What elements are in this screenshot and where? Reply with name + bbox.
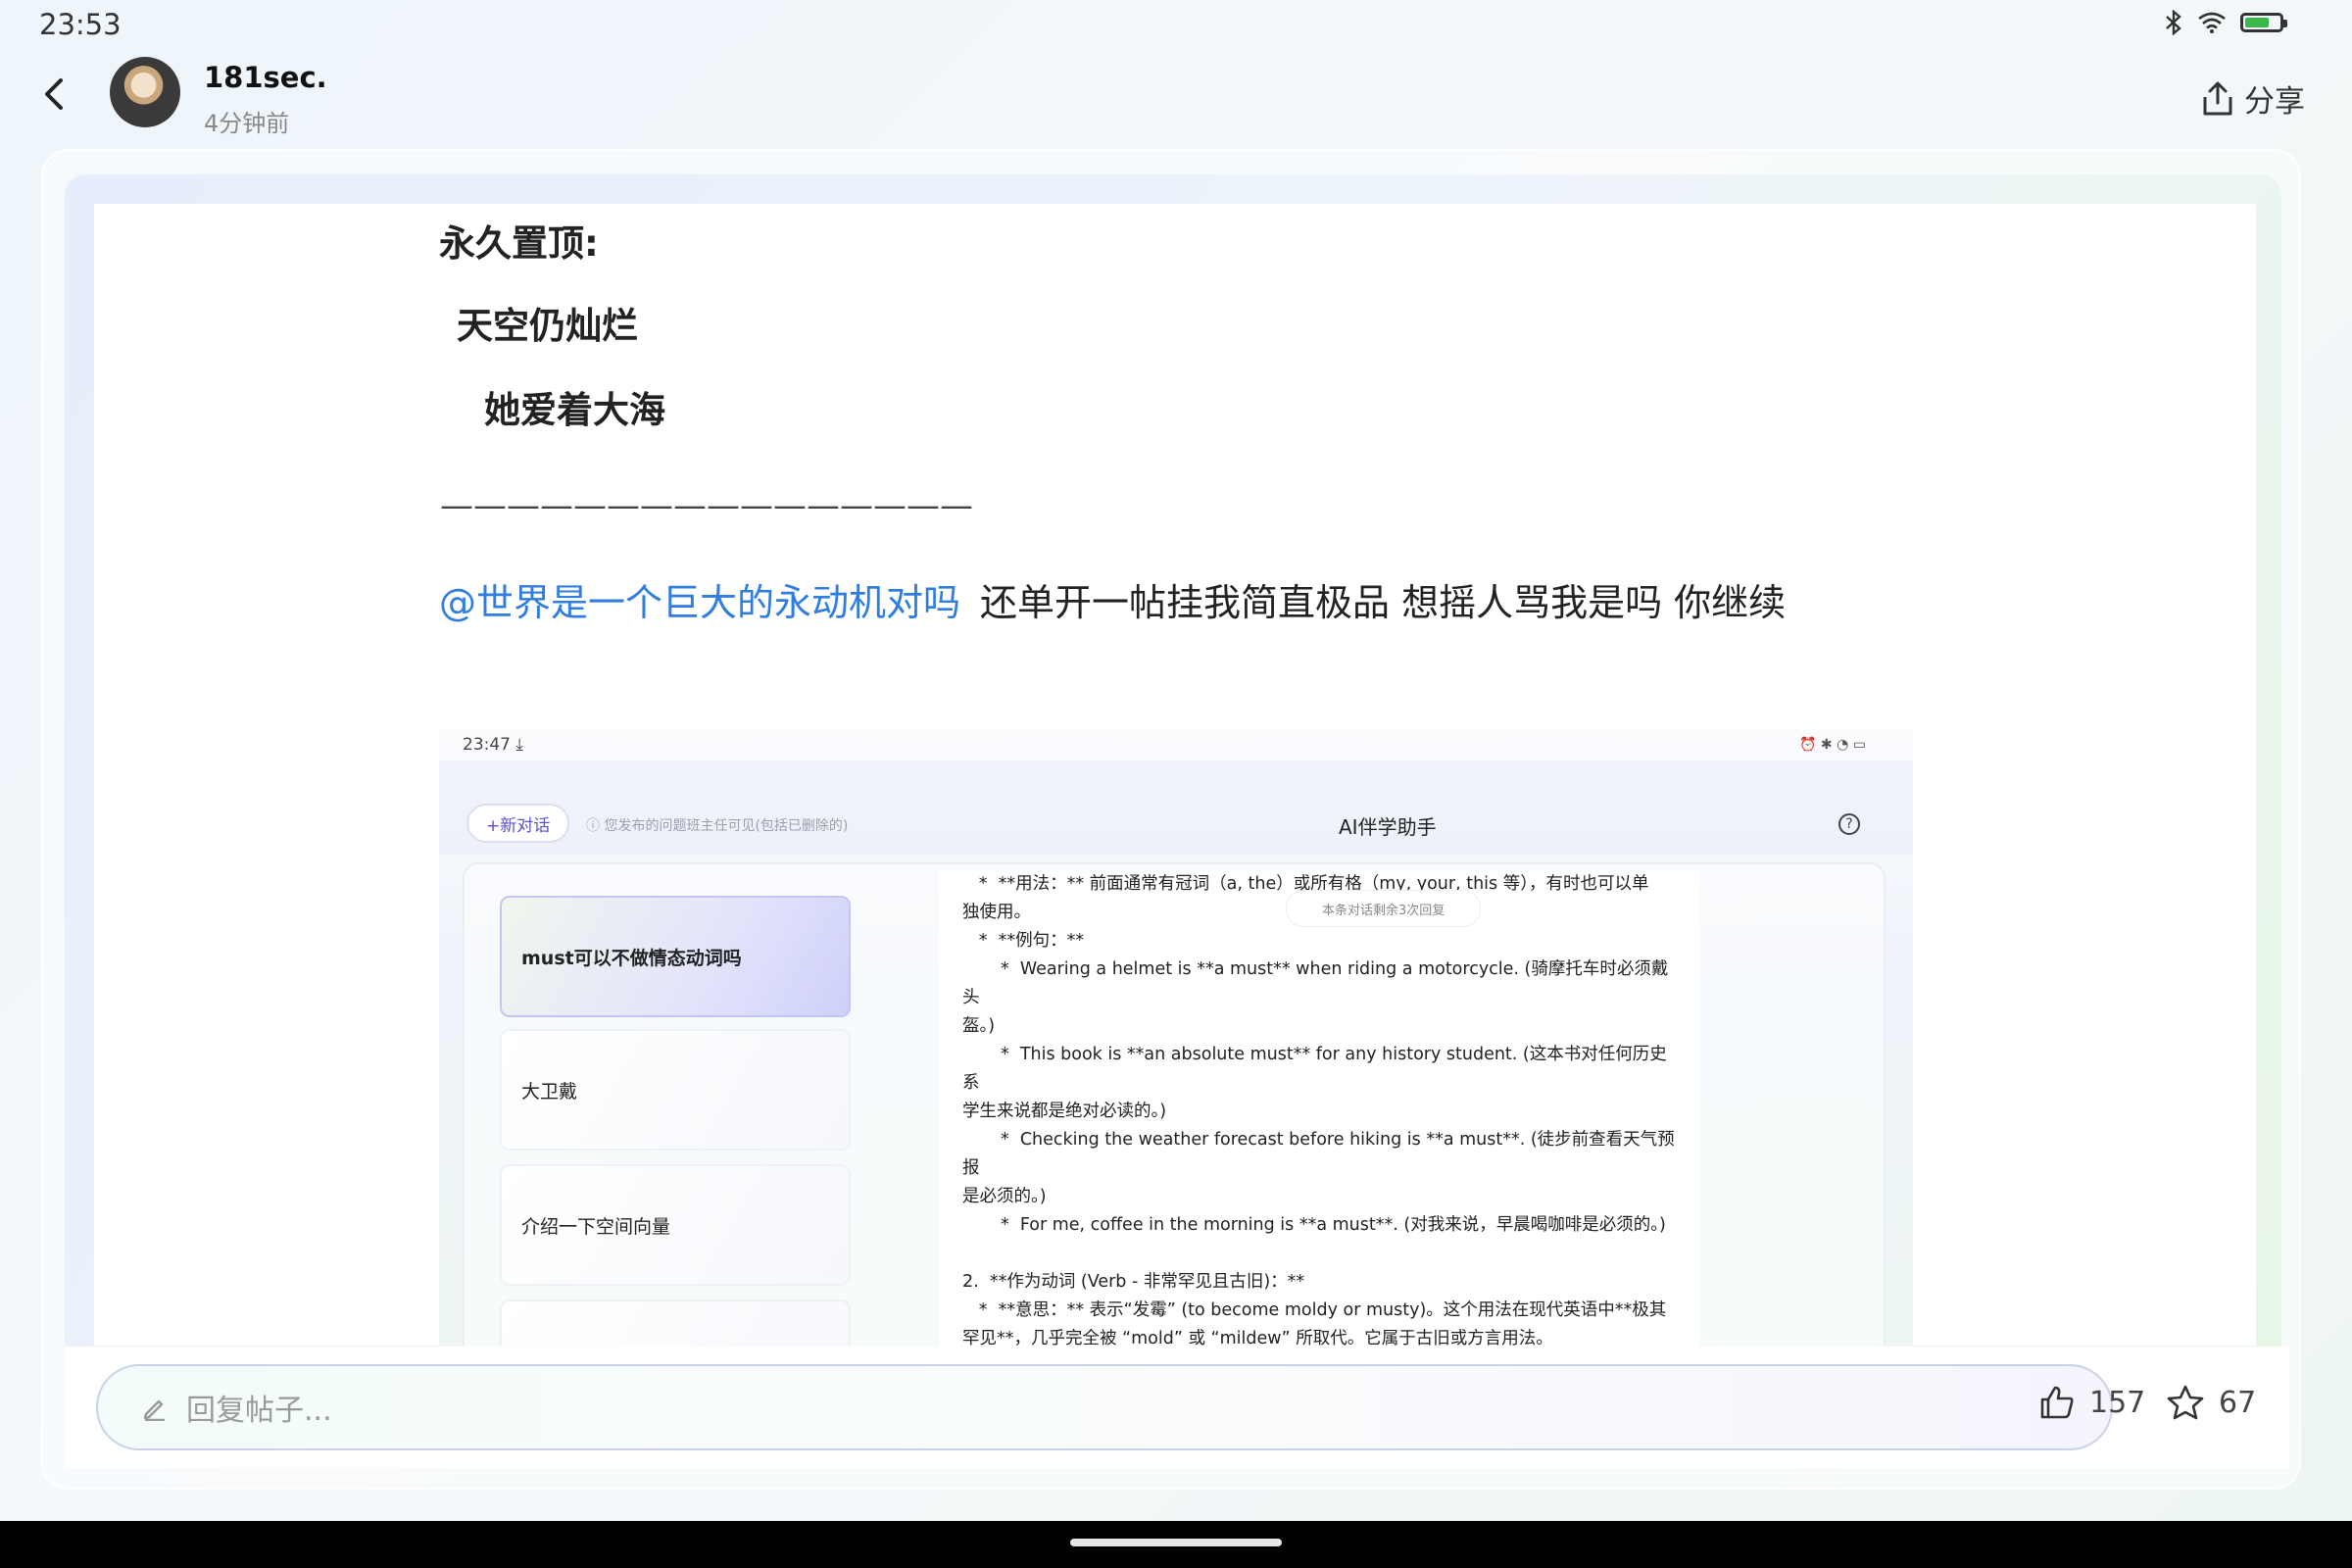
chat-body: * **用法：** 前面通常有冠词（a, the）或所有格（my, your, … bbox=[939, 870, 1699, 1347]
embedded-screenshot[interactable]: 23:47 ⤓ ⏰ ✱ ◔ ▭ +新对话 ⓘ 您发布的问题班主任可见(包括已删除… bbox=[439, 729, 1913, 1347]
reply-placeholder: 回复帖子... bbox=[186, 1394, 332, 1428]
remaining-replies: 本条对话剩余3次回复 bbox=[1286, 890, 1482, 927]
thumbs-up-icon bbox=[2040, 1386, 2074, 1419]
separator: ———————————————— bbox=[440, 486, 973, 525]
wifi-icon bbox=[2198, 12, 2226, 33]
help-icon: ? bbox=[1838, 813, 1860, 835]
post-line-2: 她爱着大海 bbox=[484, 389, 665, 431]
new-chat-button: +新对话 bbox=[466, 804, 570, 843]
pencil-icon bbox=[143, 1399, 165, 1421]
favorite-count: 67 bbox=[2219, 1385, 2257, 1420]
status-icons bbox=[2164, 10, 2287, 35]
embedded-status-time: 23:47 ⤓ bbox=[463, 735, 523, 755]
bluetooth-icon bbox=[2166, 10, 2181, 35]
favorite-button[interactable]: 67 bbox=[2166, 1384, 2256, 1421]
share-button[interactable]: 分享 bbox=[2201, 76, 2305, 121]
username[interactable]: 181sec. bbox=[204, 61, 327, 94]
star-icon bbox=[2167, 1385, 2204, 1420]
status-time: 23:53 bbox=[39, 8, 122, 41]
mention-text: 还单开一帖挂我简直极品 想摇人骂我是吗 你继续 bbox=[980, 581, 1787, 624]
battery-icon bbox=[2240, 13, 2287, 32]
post-time: 4分钟前 bbox=[204, 110, 290, 137]
conversation-item bbox=[500, 1299, 851, 1347]
conversation-item: 大卫戴 bbox=[500, 1029, 851, 1151]
back-icon[interactable] bbox=[35, 74, 74, 114]
embedded-status-icons: ⏰ ✱ ◔ ▭ bbox=[1799, 737, 1866, 753]
conversation-item: must可以不做情态动词吗 bbox=[500, 896, 851, 1017]
like-count: 157 bbox=[2089, 1385, 2146, 1420]
reply-input[interactable]: 回复帖子... bbox=[96, 1364, 2113, 1450]
share-label: 分享 bbox=[2244, 84, 2305, 120]
embedded-header bbox=[439, 760, 1913, 855]
avatar[interactable] bbox=[110, 57, 180, 127]
like-button[interactable]: 157 bbox=[2038, 1384, 2145, 1421]
pinned-title: 永久置顶: bbox=[439, 222, 599, 265]
mention-paragraph: @世界是一个巨大的永动机对吗 还单开一帖挂我简直极品 想摇人骂我是吗 你继续 bbox=[439, 572, 1786, 626]
assistant-title: AI伴学助手 bbox=[1339, 815, 1437, 839]
post-line-1: 天空仍灿烂 bbox=[457, 305, 638, 347]
visibility-hint: ⓘ 您发布的问题班主任可见(包括已删除的) bbox=[586, 818, 849, 834]
chat-message: * **用法：** 前面通常有冠词（a, the）或所有格（my, your, … bbox=[962, 874, 1675, 1347]
home-indicator[interactable] bbox=[1070, 1539, 1282, 1546]
share-icon bbox=[2203, 81, 2232, 115]
conversation-item: 介绍一下空间向量 bbox=[500, 1164, 851, 1286]
mention-link[interactable]: @世界是一个巨大的永动机对吗 bbox=[439, 581, 960, 624]
